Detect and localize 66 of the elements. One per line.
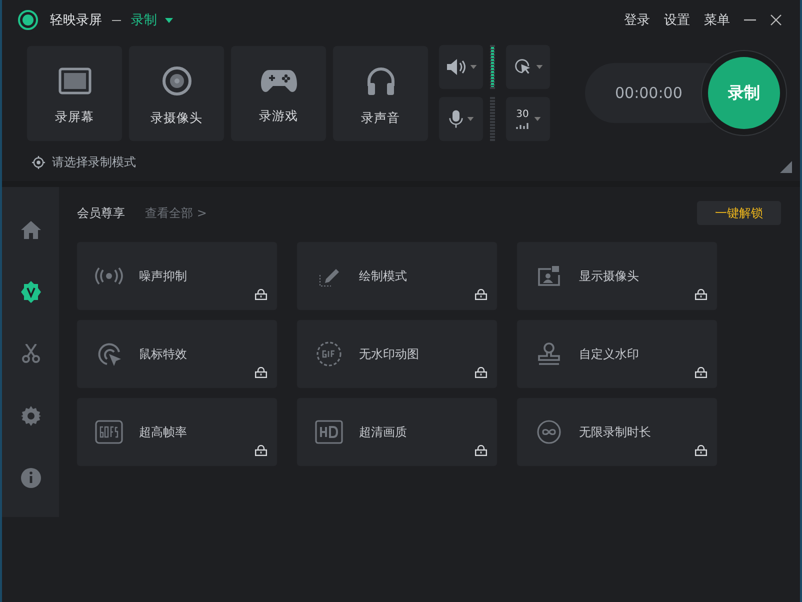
feature-label: 无限录制时长 — [579, 424, 651, 440]
speaker-icon — [446, 58, 466, 76]
frame-rate-value: 30 — [516, 109, 529, 120]
header-link[interactable]: 设置 — [664, 11, 690, 29]
microphone-button[interactable] — [439, 97, 483, 141]
cursor-button[interactable] — [506, 45, 550, 89]
feature-card[interactable]: 绘制模式 — [297, 242, 497, 310]
section-title: 会员尊享 — [77, 204, 125, 222]
gamepad-icon — [260, 68, 296, 94]
cursor-click-icon — [96, 341, 122, 367]
person-frame-icon — [538, 266, 560, 286]
info-icon — [20, 468, 40, 488]
home-icon — [20, 220, 40, 238]
gif-icon — [316, 341, 342, 367]
corner-triangle-icon[interactable] — [780, 161, 792, 173]
header-link[interactable]: 登录 — [624, 11, 650, 29]
feature-card[interactable]: 鼠标特效 — [77, 320, 277, 388]
unlock-all-button[interactable]: 一键解锁 — [697, 201, 781, 225]
monitor-icon — [58, 66, 92, 94]
mode-dropdown[interactable]: 录制 — [131, 11, 173, 29]
feature-card[interactable]: 无限录制时长 — [517, 398, 717, 466]
headphones-icon — [366, 66, 396, 96]
feature-label: 鼠标特效 — [139, 346, 187, 362]
source-tile[interactable]: 录游戏 — [231, 46, 326, 140]
close-icon[interactable] — [770, 14, 782, 26]
feature-card[interactable]: 自定义水印 — [517, 320, 717, 388]
microphone-icon — [448, 109, 462, 129]
source-tile[interactable]: 录屏幕 — [27, 46, 122, 140]
cursor-click-icon — [514, 58, 532, 76]
feature-label: 自定义水印 — [579, 346, 639, 362]
caret-icon — [536, 65, 542, 69]
feature-card[interactable]: 超高帧率 — [77, 398, 277, 466]
feature-label: 超高帧率 — [139, 424, 187, 440]
feature-card[interactable]: 超清画质 — [297, 398, 497, 466]
feature-card[interactable]: 无水印动图 — [297, 320, 497, 388]
settings-icon — [20, 406, 40, 426]
vip-badge-icon — [20, 280, 42, 302]
feature-label: 无水印动图 — [359, 346, 419, 362]
broadcast-icon — [94, 267, 124, 285]
caret-icon — [466, 117, 474, 121]
source-tile[interactable]: 录摄像头 — [129, 46, 224, 140]
speaker-button[interactable] — [439, 45, 483, 89]
fps-badge-icon — [95, 420, 123, 444]
feature-label: 绘制模式 — [359, 268, 407, 284]
target-icon — [32, 156, 45, 168]
feature-card[interactable]: 噪声抑制 — [77, 242, 277, 310]
header-link[interactable]: 菜单 — [704, 11, 730, 29]
stamp-icon — [537, 342, 561, 366]
caret-icon — [534, 117, 540, 121]
webcam-icon — [162, 66, 192, 96]
scissors-icon — [22, 344, 40, 364]
level-meter — [490, 97, 495, 141]
infinity-icon — [537, 420, 561, 444]
feature-card[interactable]: 显示摄像头 — [517, 242, 717, 310]
feature-label: 超清画质 — [359, 424, 407, 440]
window-title: 轻映录屏 — [50, 12, 102, 29]
caret-icon — [165, 18, 173, 22]
caret-icon — [470, 65, 476, 69]
source-tile[interactable]: 录声音 — [333, 46, 428, 140]
frame-rate-button[interactable]: 30 — [506, 97, 550, 141]
feature-label: 显示摄像头 — [579, 268, 639, 284]
feature-label: 噪声抑制 — [139, 268, 187, 284]
app-logo-icon — [18, 10, 38, 30]
bars-icon — [516, 123, 530, 129]
mode-hint: 请选择录制模式 — [52, 154, 136, 170]
hd-badge-icon — [315, 420, 343, 444]
